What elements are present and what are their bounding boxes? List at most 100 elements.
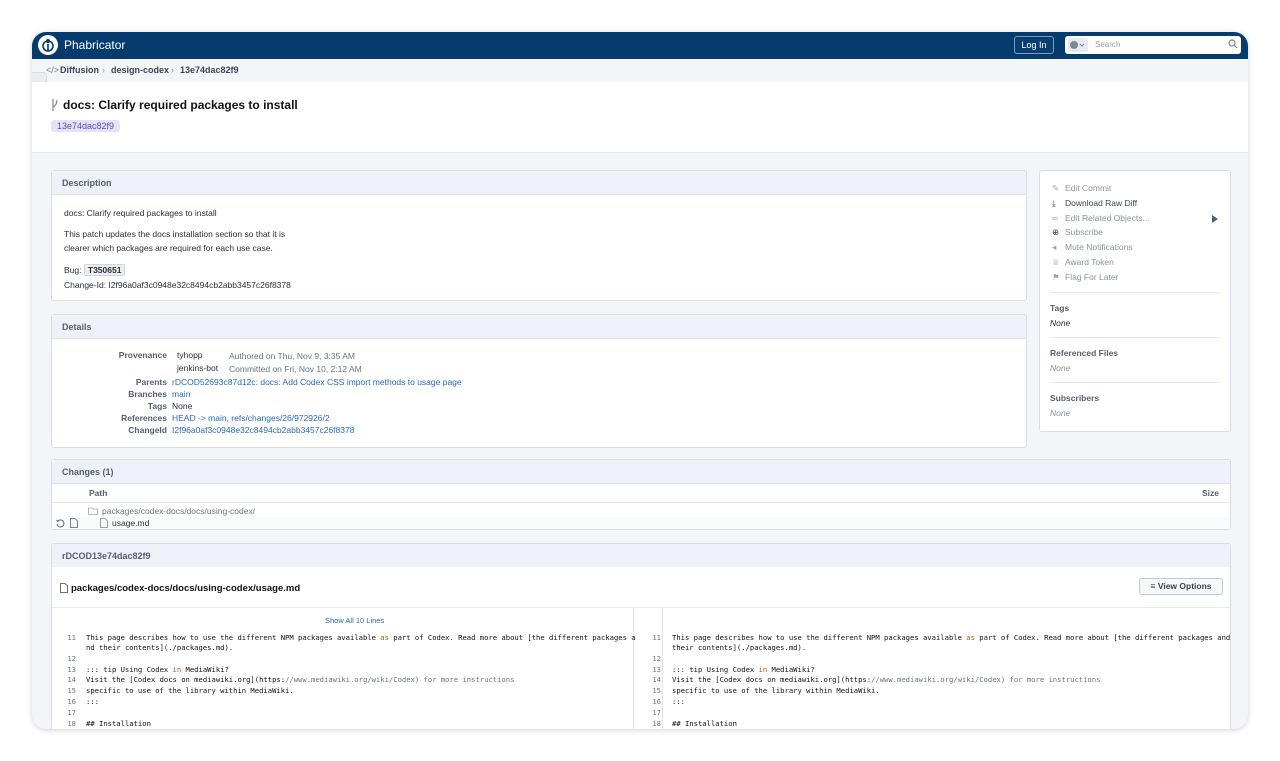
divider — [1050, 292, 1220, 293]
references-link[interactable]: HEAD -> main, refs/changes/26/972926/2 — [172, 413, 330, 423]
diff-table: Show All 10 Lines 11 This page describes… — [52, 607, 1230, 729]
tags-label: Tags — [147, 401, 167, 411]
search-input[interactable]: Search — [1065, 36, 1241, 54]
plus-circle-icon: ⊕ — [1052, 227, 1060, 237]
caret-right-icon[interactable] — [1212, 215, 1218, 223]
flag-icon: ⚑ — [1052, 272, 1060, 282]
breadcrumb-diffusion[interactable]: Diffusion — [60, 65, 99, 75]
diff-box: rDCOD13e74dac82f9 packages/codex-docs/do… — [51, 543, 1231, 729]
link-icon: ∞ — [1052, 213, 1059, 223]
menu-icon: ≡ — [1150, 581, 1158, 591]
diff-header: rDCOD13e74dac82f9 — [52, 544, 1230, 568]
trophy-icon: ♕ — [1052, 257, 1060, 267]
line-number: 17 — [652, 708, 661, 717]
search-icon[interactable] — [1228, 39, 1238, 49]
code-line: nd their contents](./packages.md). — [86, 643, 234, 652]
code-line: This page describes how to use the diffe… — [86, 633, 636, 642]
code-line: specific to use of the library within Me… — [86, 686, 294, 695]
parents-label: Parents — [135, 377, 167, 387]
view-options-button[interactable]: ≡ View Options — [1139, 578, 1223, 595]
line-number: 15 — [652, 686, 661, 695]
download-raw-diff-action[interactable]: ⤓ Download Raw Diff — [1052, 198, 1137, 209]
line-number: 12 — [652, 654, 661, 663]
referenced-files-value: None — [1050, 363, 1071, 373]
parents-link[interactable]: rDCOD52693c87d12c: docs: Add Codex CSS i… — [172, 377, 462, 387]
breadcrumb: </> Diffusion › design-codex › 13e74dac8… — [32, 59, 1248, 83]
pencil-icon: ✎ — [1052, 183, 1060, 193]
change-id-line: Change-Id: I2f96a0af3c0948e32c8494cb2abb… — [64, 280, 291, 290]
code-line: ::: — [86, 697, 99, 706]
line-number: 11 — [652, 633, 661, 642]
committer-name[interactable]: jenkins-bot — [177, 363, 218, 373]
diff-file-header: packages/codex-docs/docs/using-codex/usa… — [52, 567, 1230, 607]
code-line: ## Installation — [672, 719, 737, 728]
branch-link[interactable]: main — [172, 389, 190, 399]
actions-panel: ✎ Edit Commit ⤓ Download Raw Diff ∞ Edit Re… — [1039, 170, 1231, 432]
login-button[interactable]: Log In — [1014, 36, 1054, 54]
line-number: 15 — [67, 686, 76, 695]
edit-commit-action[interactable]: ✎ Edit Commit — [1052, 183, 1111, 194]
divider — [662, 608, 663, 729]
description-box: Description docs: Clarify required packa… — [51, 170, 1027, 301]
table-row[interactable]: usage.md — [52, 517, 1230, 529]
code-line: ::: tip Using Codex in MediaWiki? — [86, 665, 229, 674]
subscribe-action[interactable]: ⊕ Subscribe — [1052, 227, 1103, 238]
divider — [52, 502, 1230, 503]
app-name[interactable]: Phabricator — [64, 38, 125, 52]
line-number: 16 — [652, 697, 661, 706]
divider — [1050, 382, 1220, 383]
details-box: Details Provenance tyhopp Authored on Th… — [51, 314, 1027, 448]
edit-related-objects-action[interactable]: ∞ Edit Related Objects... — [1052, 213, 1150, 223]
chevron-right-icon: › — [171, 65, 174, 75]
sidebar-tags-label: Tags — [1050, 303, 1070, 313]
bug-label: Bug: — [64, 265, 82, 275]
show-all-lines-link[interactable]: Show All 10 Lines — [325, 616, 384, 625]
subscribers-value: None — [1050, 408, 1071, 418]
top-bar: Phabricator Log In Search — [32, 32, 1248, 59]
page-header: docs: Clarify required packages to insta… — [32, 82, 1248, 153]
changeid-link[interactable]: I2f96a0af3c0948e32c8494cb2abb3457c26f837… — [172, 425, 354, 435]
folder-icon — [88, 507, 98, 515]
line-number: 16 — [67, 697, 76, 706]
wikimedia-logo-icon[interactable] — [38, 35, 58, 55]
references-label: References — [121, 413, 167, 423]
details-title: Details — [62, 322, 92, 332]
description-body: This patch updates the docs installation… — [64, 229, 286, 239]
line-number: 14 — [67, 675, 76, 684]
flag-for-later-action[interactable]: ⚑ Flag For Later — [1052, 272, 1118, 283]
breadcrumb-commit[interactable]: 13e74dac82f9 — [180, 65, 239, 75]
changeid-label: ChangeId — [128, 425, 167, 435]
divider — [633, 608, 634, 729]
description-summary: docs: Clarify required packages to insta… — [64, 208, 217, 218]
chevron-right-icon: › — [102, 65, 105, 75]
author-name[interactable]: tyhopp — [177, 350, 203, 360]
award-token-action[interactable]: ♕ Award Token — [1052, 257, 1114, 268]
code-line: ## Installation — [86, 719, 151, 728]
mute-notifications-action[interactable]: ◂ Mute Notifications — [1052, 242, 1133, 253]
page-title: docs: Clarify required packages to insta… — [63, 98, 298, 112]
file-icon[interactable] — [70, 518, 78, 528]
line-number: 18 — [67, 719, 76, 728]
description-body: clearer which packages are required for … — [64, 243, 273, 253]
description-header: Description — [52, 171, 1026, 195]
provenance-label: Provenance — [118, 350, 167, 360]
branches-label: Branches — [128, 389, 167, 399]
commit-hash-badge: 13e74dac82f9 — [51, 120, 121, 132]
code-line: specific to use of the library within Me… — [672, 686, 880, 695]
search-scope-globe-icon[interactable] — [1068, 38, 1088, 52]
history-icon[interactable] — [56, 519, 65, 528]
sidebar-tags-value: None — [1050, 318, 1071, 328]
bug-line: Bug: T350651 — [64, 264, 126, 276]
code-line: their contents](./packages.md). — [672, 643, 807, 652]
code-line: Visit the [Codex docs on mediawiki.org](… — [672, 675, 1101, 684]
changed-file-link[interactable]: usage.md — [112, 518, 149, 528]
line-number: 13 — [67, 665, 76, 674]
subscribers-label: Subscribers — [1050, 393, 1100, 403]
line-number: 13 — [652, 665, 661, 674]
breadcrumb-repository[interactable]: design-codex — [111, 65, 169, 75]
code-line: Visit the [Codex docs on mediawiki.org](… — [86, 675, 515, 684]
committed-date: Committed on Fri, Nov 10, 2:12 AM — [229, 364, 362, 374]
path-column-header: Path — [89, 488, 108, 498]
bug-task-link[interactable]: T350651 — [83, 264, 126, 276]
details-header: Details — [52, 315, 1026, 339]
